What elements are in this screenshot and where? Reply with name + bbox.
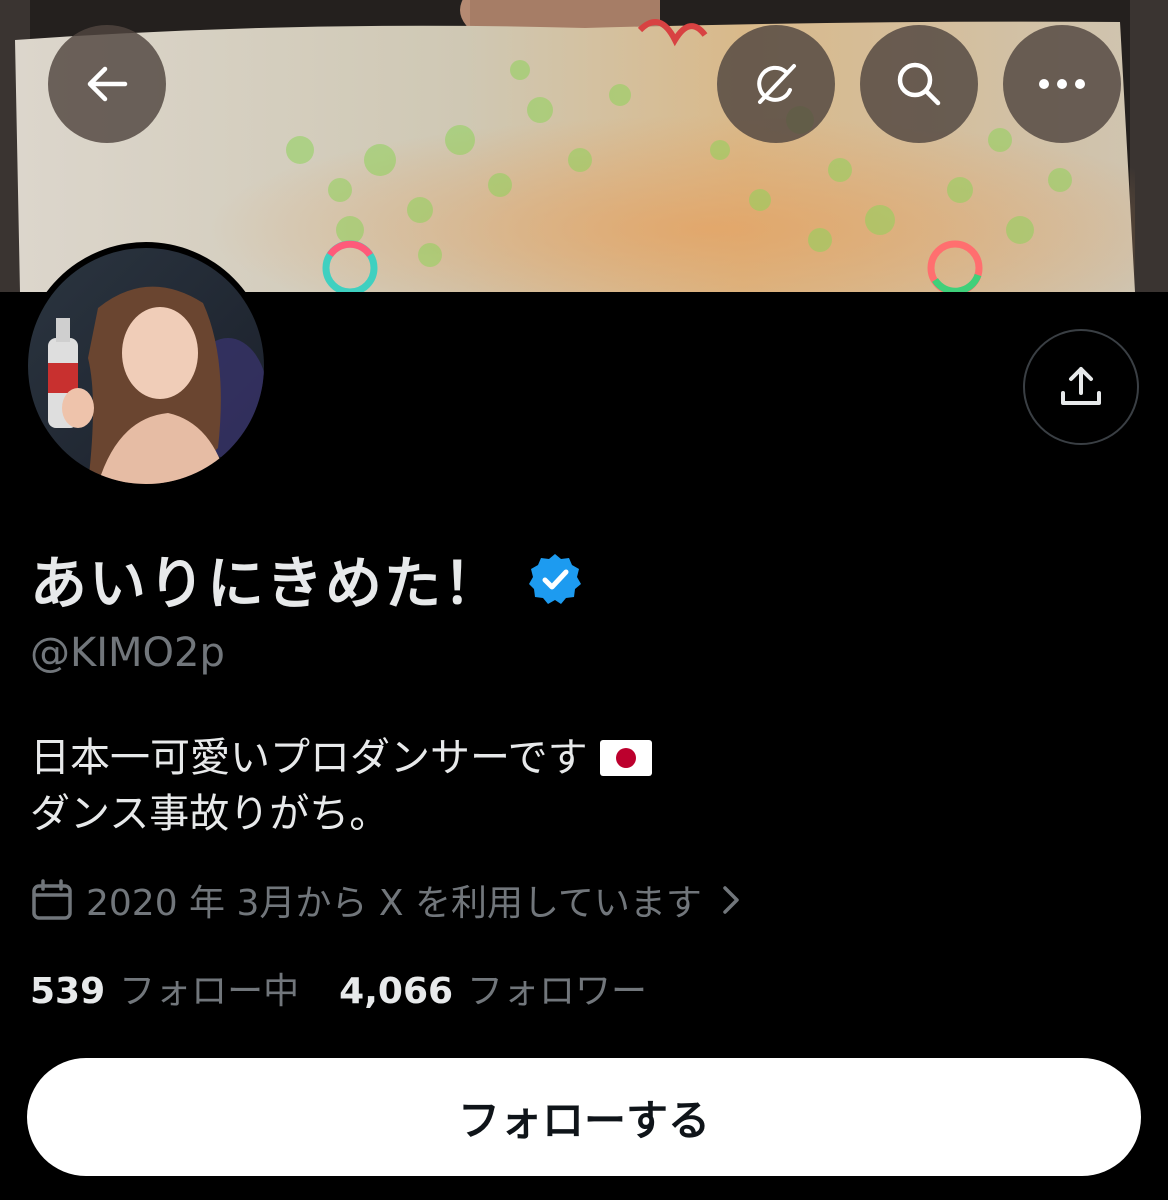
display-name: あいりにきめた！ bbox=[30, 551, 502, 617]
bio-line-2-text: ダンス事故りがち。 bbox=[30, 791, 390, 837]
arrow-left-icon bbox=[87, 66, 128, 102]
grok-icon bbox=[757, 64, 796, 104]
search-button[interactable] bbox=[860, 25, 978, 143]
avatar-image bbox=[28, 248, 264, 484]
followers-stat[interactable]: 4,066 フォロワー bbox=[339, 962, 647, 1014]
profile-avatar[interactable] bbox=[22, 242, 270, 490]
search-icon bbox=[897, 62, 941, 106]
following-stat[interactable]: 539 フォロー中 bbox=[30, 962, 299, 1014]
joined-date-text: 2020 年 3月から X を利用しています bbox=[86, 883, 702, 924]
share-button[interactable] bbox=[1023, 329, 1139, 445]
more-horizontal-icon bbox=[1039, 79, 1085, 89]
more-button[interactable] bbox=[1003, 25, 1121, 143]
follow-stats: 539 フォロー中 4,066 フォロワー bbox=[30, 960, 687, 1016]
followers-label: フォロワー bbox=[467, 971, 648, 1012]
calendar-icon bbox=[32, 879, 72, 920]
joined-date-link[interactable]: 2020 年 3月から X を利用しています bbox=[30, 872, 746, 928]
profile-screen: あいりにきめた！ @KIMO2p 日本一可愛いプロダンサーです ダンス事故りがち… bbox=[0, 0, 1168, 1200]
back-button[interactable] bbox=[48, 25, 166, 143]
bio-line-1: 日本一可愛いプロダンサーです bbox=[30, 730, 652, 786]
following-count: 539 bbox=[30, 971, 106, 1012]
followers-count: 4,066 bbox=[339, 971, 454, 1012]
follow-button[interactable]: フォローする bbox=[27, 1058, 1141, 1176]
profile-bio: 日本一可愛いプロダンサーです ダンス事故りがち。 bbox=[30, 730, 652, 842]
bio-line-1-text: 日本一可愛いプロダンサーです bbox=[30, 735, 588, 781]
bio-line-2: ダンス事故りがち。 bbox=[30, 786, 652, 842]
grok-button[interactable] bbox=[717, 25, 835, 143]
name-row: あいりにきめた！ bbox=[30, 540, 582, 618]
chevron-right-icon bbox=[723, 886, 739, 914]
verified-badge-icon[interactable] bbox=[528, 552, 582, 606]
japan-flag-icon bbox=[599, 740, 652, 776]
share-icon bbox=[1061, 367, 1101, 405]
following-label: フォロー中 bbox=[119, 971, 300, 1012]
profile-handle: @KIMO2p bbox=[30, 630, 225, 676]
